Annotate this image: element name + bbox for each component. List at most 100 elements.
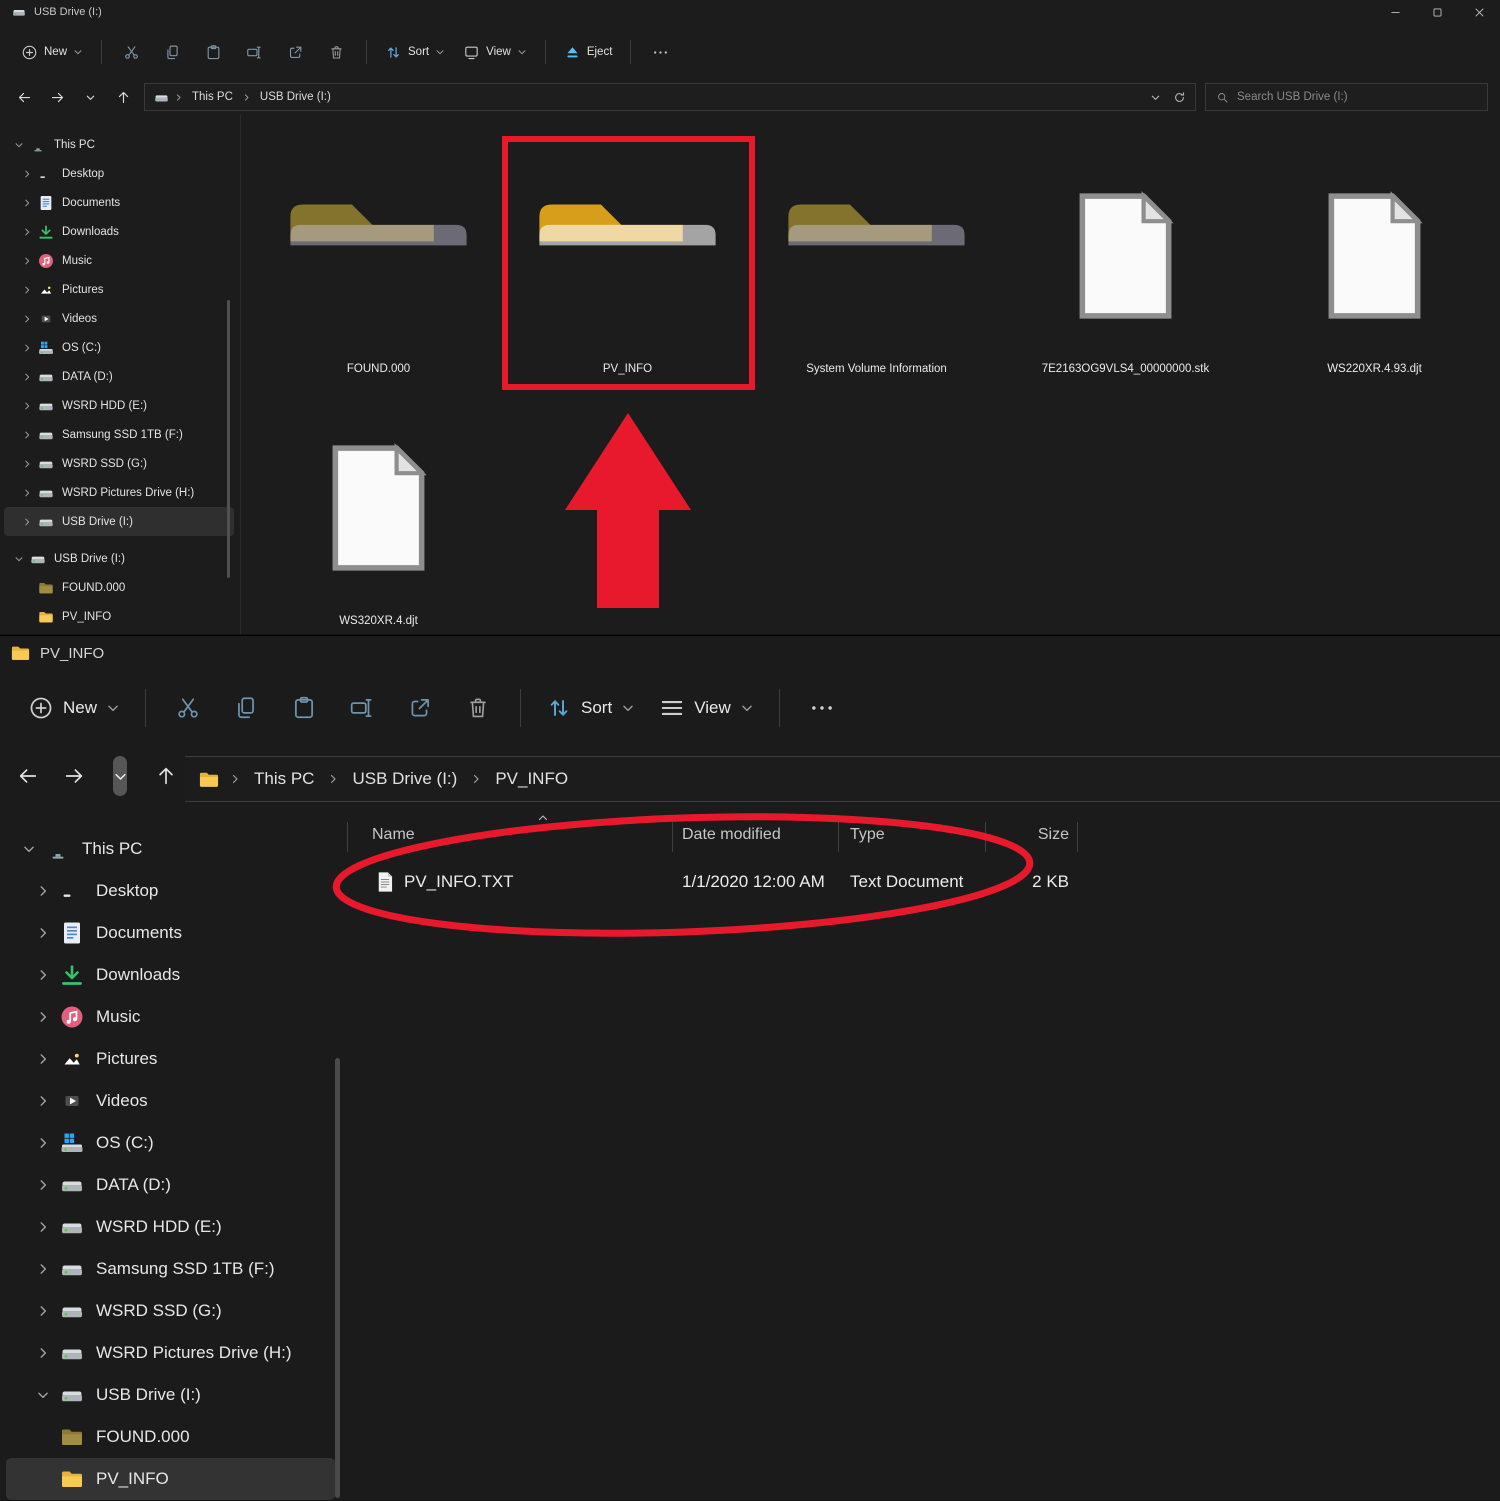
breadcrumb-this-pc[interactable]: This PC xyxy=(188,89,237,105)
chevron-right-icon[interactable] xyxy=(28,1345,58,1361)
column-divider[interactable] xyxy=(1077,822,1078,852)
chevron-right-icon[interactable] xyxy=(18,371,36,383)
breadcrumb-this-pc[interactable]: This PC xyxy=(250,767,318,791)
maximize-button[interactable] xyxy=(1416,0,1458,24)
chevron-right-icon[interactable] xyxy=(28,925,58,941)
sidebar-item-documents[interactable]: Documents xyxy=(6,912,335,954)
chevron-right-icon[interactable] xyxy=(28,1051,58,1067)
column-header-name[interactable]: Name xyxy=(345,826,672,844)
sidebar-item-this-pc[interactable]: This PC xyxy=(4,130,234,159)
chevron-right-icon[interactable] xyxy=(18,458,36,470)
sidebar-item-downloads[interactable]: Downloads xyxy=(4,217,234,246)
breadcrumb-pv-info[interactable]: PV_INFO xyxy=(491,767,572,791)
column-divider[interactable] xyxy=(985,822,986,852)
sidebar-item-wsrd-ssd-g[interactable]: WSRD SSD (G:) xyxy=(6,1290,335,1332)
chevron-right-icon[interactable] xyxy=(18,487,36,499)
rename-button[interactable] xyxy=(234,37,275,68)
sidebar-item-wsrd-hdd-e[interactable]: WSRD HDD (E:) xyxy=(4,391,234,420)
sidebar-item-videos[interactable]: Videos xyxy=(6,1080,335,1122)
sidebar-item-samsung-ssd-f[interactable]: Samsung SSD 1TB (F:) xyxy=(4,420,234,449)
file-item-ws220xr[interactable]: WS220XR.4.93.djt xyxy=(1250,154,1499,406)
chevron-right-icon[interactable] xyxy=(28,1009,58,1025)
sidebar-item-desktop[interactable]: Desktop xyxy=(6,870,335,912)
chevron-right-icon[interactable] xyxy=(28,967,58,983)
address-bar[interactable]: This PC USB Drive (I:) xyxy=(144,83,1196,111)
delete-button[interactable] xyxy=(316,37,357,68)
chevron-right-icon[interactable] xyxy=(18,313,36,325)
share-button[interactable] xyxy=(391,685,449,731)
sidebar-item-usb-drive-selected[interactable]: USB Drive (I:) xyxy=(4,507,234,536)
chevron-right-icon[interactable] xyxy=(28,1303,58,1319)
table-row-pv-info-txt[interactable]: PV_INFO.TXT 1/1/2020 12:00 AM Text Docum… xyxy=(345,858,1500,906)
sidebar-item-music[interactable]: Music xyxy=(6,996,335,1038)
chevron-right-icon[interactable] xyxy=(28,1135,58,1151)
recent-locations-button[interactable] xyxy=(78,85,102,109)
rename-button[interactable] xyxy=(333,685,391,731)
column-header-date-modified[interactable]: Date modified xyxy=(672,826,838,844)
up-button[interactable] xyxy=(111,85,135,109)
paste-button[interactable] xyxy=(193,37,234,68)
sort-button[interactable]: Sort xyxy=(376,37,454,68)
view-button[interactable]: View xyxy=(647,685,766,731)
sidebar-item-wsrd-pictures-h[interactable]: WSRD Pictures Drive (H:) xyxy=(6,1332,335,1374)
file-item-stk[interactable]: 7E2163OG9VLS4_00000000.stk xyxy=(1001,154,1250,406)
up-button[interactable] xyxy=(150,758,182,794)
chevron-right-icon[interactable] xyxy=(18,429,36,441)
sidebar-item-downloads[interactable]: Downloads xyxy=(6,954,335,996)
column-divider[interactable] xyxy=(347,822,348,852)
sort-button[interactable]: Sort xyxy=(534,685,647,731)
chevron-down-icon[interactable] xyxy=(14,841,44,857)
chevron-right-icon[interactable] xyxy=(28,883,58,899)
chevron-right-icon[interactable] xyxy=(18,516,36,528)
sidebar-item-data-d[interactable]: DATA (D:) xyxy=(6,1164,335,1206)
chevron-right-icon[interactable] xyxy=(28,1093,58,1109)
sidebar-item-pv-info-selected[interactable]: PV_INFO xyxy=(6,1458,335,1500)
sidebar-item-wsrd-pictures-h[interactable]: WSRD Pictures Drive (H:) xyxy=(4,478,234,507)
chevron-down-icon[interactable] xyxy=(28,1387,58,1403)
sidebar-item-os-c[interactable]: OS (C:) xyxy=(6,1122,335,1164)
sidebar-item-desktop[interactable]: Desktop xyxy=(4,159,234,188)
column-divider[interactable] xyxy=(838,822,839,852)
copy-button[interactable] xyxy=(152,37,193,68)
chevron-right-icon[interactable] xyxy=(18,226,36,238)
sidebar-item-music[interactable]: Music xyxy=(4,246,234,275)
file-item-system-volume-information[interactable]: System Volume Information xyxy=(752,154,1001,406)
tab-title[interactable]: PV_INFO xyxy=(40,645,104,662)
chevron-right-icon[interactable] xyxy=(18,255,36,267)
chevron-down-icon[interactable] xyxy=(10,139,28,151)
sidebar-item-usb-drive[interactable]: USB Drive (I:) xyxy=(6,1374,335,1416)
chevron-right-icon[interactable] xyxy=(28,1261,58,1277)
sidebar-item-wsrd-hdd-e[interactable]: WSRD HDD (E:) xyxy=(6,1206,335,1248)
sidebar-scrollbar[interactable] xyxy=(335,1058,340,1498)
sidebar-scrollbar[interactable] xyxy=(227,300,230,578)
sidebar-item-data-d[interactable]: DATA (D:) xyxy=(4,362,234,391)
back-button[interactable] xyxy=(12,85,36,109)
new-button[interactable]: New xyxy=(12,37,92,68)
sidebar-item-videos[interactable]: Videos xyxy=(4,304,234,333)
sidebar-item-found000[interactable]: FOUND.000 xyxy=(6,1416,335,1458)
forward-button[interactable] xyxy=(58,758,90,794)
search-box[interactable] xyxy=(1205,83,1488,111)
column-header-type[interactable]: Type xyxy=(838,826,985,844)
back-button[interactable] xyxy=(12,758,44,794)
chevron-down-icon[interactable] xyxy=(10,553,28,565)
cut-button[interactable] xyxy=(159,685,217,731)
delete-button[interactable] xyxy=(449,685,507,731)
sidebar-item-wsrd-ssd-g[interactable]: WSRD SSD (G:) xyxy=(4,449,234,478)
new-button[interactable]: New xyxy=(16,685,132,731)
chevron-right-icon[interactable] xyxy=(18,284,36,296)
breadcrumb-usb-drive[interactable]: USB Drive (I:) xyxy=(256,89,335,105)
chevron-right-icon[interactable] xyxy=(18,168,36,180)
sidebar-item-pv-info[interactable]: PV_INFO xyxy=(4,602,234,631)
sidebar-item-found000[interactable]: FOUND.000 xyxy=(4,573,234,602)
breadcrumb-usb-drive[interactable]: USB Drive (I:) xyxy=(348,767,461,791)
chevron-right-icon[interactable] xyxy=(18,400,36,412)
sidebar-item-pictures[interactable]: Pictures xyxy=(4,275,234,304)
sidebar-item-pictures[interactable]: Pictures xyxy=(6,1038,335,1080)
more-options-button[interactable] xyxy=(640,37,681,68)
chevron-right-icon[interactable] xyxy=(28,1177,58,1193)
chevron-right-icon[interactable] xyxy=(18,197,36,209)
search-input[interactable] xyxy=(1237,91,1477,103)
cut-button[interactable] xyxy=(111,37,152,68)
file-item-ws320xr[interactable]: WS320XR.4.djt xyxy=(254,406,503,658)
